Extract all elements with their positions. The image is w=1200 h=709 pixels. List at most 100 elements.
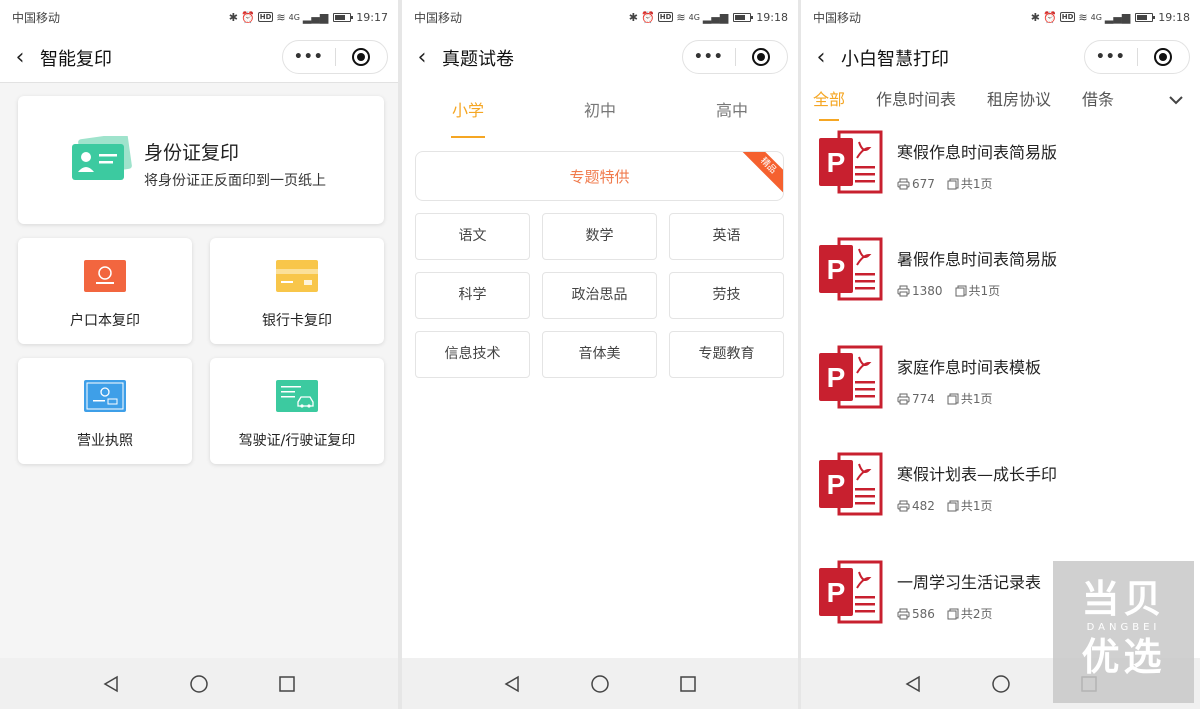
printer-icon (897, 178, 910, 189)
subject-math[interactable]: 数学 (542, 213, 657, 260)
pages-icon (947, 608, 959, 619)
doc-title: 寒假作息时间表简易版 (897, 143, 1058, 162)
tab-iou[interactable]: 借条 (1082, 86, 1114, 114)
list-item[interactable]: P 暑假作息时间表简易版 1380 共1页 (801, 233, 1200, 323)
status-bar: 中国移动 ✱ ⏰ HD ≋ 4G ▂▄▆ 19:17 (0, 0, 398, 34)
subject-labor-skills[interactable]: 劳技 (669, 272, 784, 319)
id-card-subtitle: 将身份证正反面印到一页纸上 (144, 173, 326, 189)
nav-home-icon[interactable] (989, 672, 1013, 696)
subject-grid: 语文 数学 英语 科学 政治思品 劳技 信息技术 音体美 专题教育 (415, 213, 784, 378)
tab-senior[interactable]: 高中 (666, 82, 798, 138)
print-count: 586 (912, 606, 935, 621)
doc-title: 家庭作息时间表模板 (897, 358, 1042, 377)
list-item[interactable]: P 寒假作息时间表简易版 677 共1页 (801, 126, 1200, 216)
special-topic-label: 专题特供 (569, 168, 630, 186)
tab-primary[interactable]: 小学 (402, 82, 534, 138)
subject-politics[interactable]: 政治思品 (542, 272, 657, 319)
pdf-file-icon: P (819, 452, 883, 516)
subject-chinese[interactable]: 语文 (415, 213, 530, 260)
bluetooth-icon: ✱ (228, 10, 239, 24)
more-icon[interactable]: ••• (683, 49, 735, 65)
time-label: 19:18 (1158, 10, 1190, 24)
watermark-sub: DANGBEI (1086, 622, 1161, 633)
pages-icon (947, 393, 959, 404)
list-item[interactable]: P 寒假计划表—成长手印 482 共1页 (801, 448, 1200, 538)
nav-recents-icon[interactable] (676, 672, 700, 696)
watermark-text-2: 优选 (1081, 635, 1166, 679)
back-icon[interactable]: ‹ (801, 34, 841, 82)
tab-schedule[interactable]: 作息时间表 (876, 86, 956, 114)
back-icon[interactable]: ‹ (0, 34, 40, 82)
close-miniprogram-button[interactable] (736, 48, 788, 66)
svg-text:P: P (827, 147, 846, 178)
more-icon[interactable]: ••• (1085, 49, 1137, 65)
pages-icon (947, 500, 959, 511)
svg-text:P: P (827, 362, 846, 393)
battery-icon (733, 12, 754, 22)
tab-all[interactable]: 全部 (813, 86, 845, 121)
page-count: 共2页 (960, 607, 993, 621)
household-copy-card[interactable]: 户口本复印 (18, 238, 192, 344)
nav-home-icon[interactable] (588, 672, 612, 696)
back-icon[interactable]: ‹ (402, 34, 442, 82)
subject-science[interactable]: 科学 (415, 272, 530, 319)
subject-special-education[interactable]: 专题教育 (669, 331, 784, 378)
tab-junior[interactable]: 初中 (534, 82, 666, 138)
status-icons: ✱ ⏰ HD ≋ 4G ▂▄▆ 19:18 (1031, 11, 1190, 24)
doc-meta: 677 共1页 (897, 175, 993, 192)
miniprogram-capsule: ••• (282, 40, 388, 74)
pages-icon (955, 285, 967, 296)
nav-back-icon[interactable] (500, 672, 524, 696)
pdf-file-icon: P (819, 237, 883, 301)
battery-icon (1135, 12, 1156, 22)
nav-bar: ‹ 真题试卷 ••• (402, 34, 798, 82)
nav-bar: ‹ 小白智慧打印 ••• (801, 34, 1200, 82)
subject-it[interactable]: 信息技术 (415, 331, 530, 378)
page-count: 共1页 (960, 177, 993, 191)
pdf-file-icon: P (819, 345, 883, 409)
target-icon (1154, 48, 1173, 66)
household-register-icon (84, 260, 126, 292)
doc-meta: 482 共1页 (897, 497, 993, 514)
bank-card-copy-card[interactable]: 银行卡复印 (210, 238, 384, 344)
watermark-text: 当贝 (1081, 577, 1166, 621)
special-topic-button[interactable]: 专题特供 精品 (415, 151, 784, 201)
driver-license-icon (276, 380, 318, 412)
close-miniprogram-button[interactable] (1138, 48, 1190, 66)
doc-title: 寒假计划表—成长手印 (897, 465, 1058, 484)
signal-icon: ▂▄▆ (302, 10, 329, 24)
miniprogram-capsule: ••• (682, 40, 788, 74)
tab-lease[interactable]: 租房协议 (987, 86, 1051, 114)
business-license-card[interactable]: 营业执照 (18, 358, 192, 464)
list-item[interactable]: P 家庭作息时间表模板 774 共1页 (801, 341, 1200, 431)
bank-card-icon (276, 260, 318, 292)
nav-home-icon[interactable] (187, 672, 211, 696)
nav-recents-icon[interactable] (275, 672, 299, 696)
subject-arts-pe[interactable]: 音体美 (542, 331, 657, 378)
time-label: 19:17 (356, 10, 388, 24)
system-nav-bar (402, 658, 798, 709)
business-license-label: 营业执照 (77, 433, 133, 449)
print-count: 774 (912, 391, 935, 406)
nav-back-icon[interactable] (99, 672, 123, 696)
nav-back-icon[interactable] (901, 672, 925, 696)
subject-english[interactable]: 英语 (669, 213, 784, 260)
page-count: 共1页 (968, 284, 1001, 298)
svg-text:P: P (827, 577, 846, 608)
driver-license-card[interactable]: 驾驶证/行驶证复印 (210, 358, 384, 464)
signal-label: 4G (288, 12, 300, 22)
doc-title: 暑假作息时间表简易版 (897, 250, 1058, 269)
business-license-icon (84, 380, 126, 412)
print-count: 482 (912, 498, 935, 513)
expand-tabs-button[interactable] (1142, 82, 1200, 118)
hd-icon: HD (1059, 12, 1076, 22)
printer-icon (897, 500, 910, 511)
close-miniprogram-button[interactable] (336, 48, 388, 66)
more-icon[interactable]: ••• (283, 49, 335, 65)
id-card-title: 身份证复印 (144, 142, 240, 164)
printer-icon (897, 285, 910, 296)
driver-license-label: 驾驶证/行驶证复印 (238, 433, 356, 449)
id-card-copy-card[interactable]: 身份证复印 将身份证正反面印到一页纸上 (18, 96, 384, 224)
bluetooth-icon: ✱ (628, 10, 639, 24)
page-title: 小白智慧打印 (841, 49, 949, 70)
